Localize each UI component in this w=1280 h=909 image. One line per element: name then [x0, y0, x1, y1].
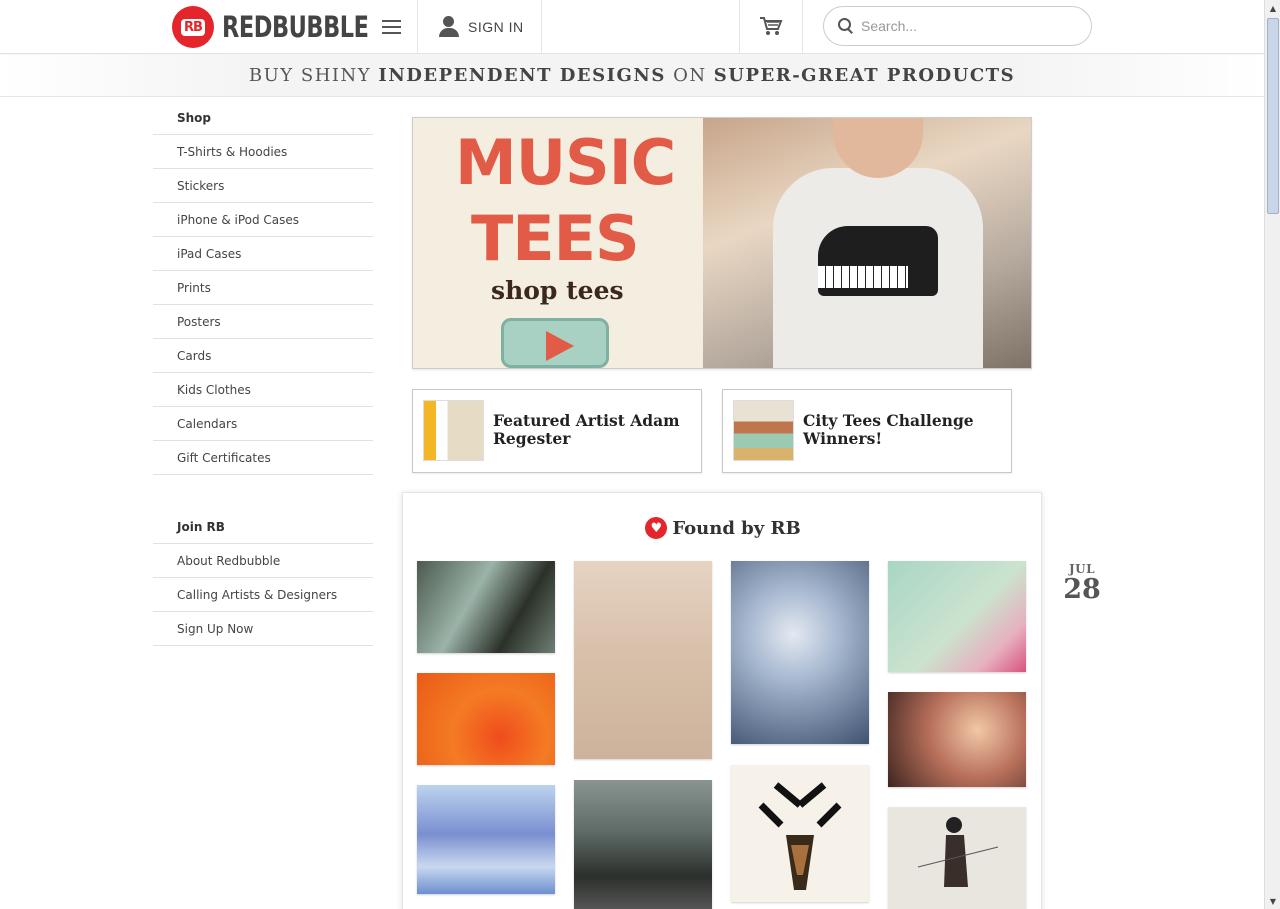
search-box — [823, 6, 1092, 46]
hero-title-line2: TEES — [471, 202, 640, 275]
sidebar-item-calendars[interactable]: Calendars — [153, 407, 373, 441]
hero-banner-music-tees[interactable]: MUSIC TEES shop tees — [412, 117, 1032, 369]
search-icon[interactable] — [838, 18, 854, 34]
featured-artist-thumbnail — [423, 400, 484, 461]
hero-subtitle: shop tees — [491, 276, 624, 305]
scroll-up-arrow-icon[interactable]: ▲ — [1265, 0, 1280, 16]
artwork-masked-figure-photo[interactable] — [574, 780, 712, 909]
redbubble-logo[interactable]: RB REDBUBBLE — [172, 6, 392, 48]
city-tees-thumbnail — [733, 400, 794, 461]
shop-menu: Shop T-Shirts & Hoodies Stickers iPhone … — [153, 101, 373, 475]
cart-icon[interactable] — [759, 15, 783, 37]
artwork-bridge-watercolor[interactable] — [417, 785, 555, 894]
user-icon — [438, 16, 460, 38]
nav-divider — [541, 0, 542, 54]
play-button-icon[interactable] — [501, 318, 609, 368]
join-menu: Join RB About Redbubble Calling Artists … — [153, 510, 373, 646]
heart-icon: ♥ — [645, 517, 668, 539]
sidebar-item-iphone-ipod-cases[interactable]: iPhone & iPod Cases — [153, 203, 373, 237]
page-scrollbar[interactable]: ▲ ▼ — [1264, 0, 1280, 909]
found-by-rb-header: ♥ Found by RB — [403, 517, 1043, 539]
sidebar-nav: Shop T-Shirts & Hoodies Stickers iPhone … — [153, 101, 373, 646]
menu-icon[interactable] — [382, 20, 401, 35]
artwork-samurai-illustration[interactable] — [888, 807, 1026, 909]
artwork-cherry-blossom-photo[interactable] — [888, 561, 1026, 672]
nav-divider — [417, 0, 418, 54]
scroll-down-arrow-icon[interactable]: ▼ — [1265, 893, 1280, 909]
sidebar-item-sign-up[interactable]: Sign Up Now — [153, 612, 373, 646]
sidebar-heading-join[interactable]: Join RB — [153, 510, 373, 544]
city-tees-title: City Tees Challenge Winners! — [803, 411, 974, 448]
artwork-cat-photo[interactable] — [417, 561, 555, 653]
search-input[interactable] — [861, 18, 1076, 34]
hero-title-line1: MUSIC — [455, 126, 676, 199]
featured-artist-title: Featured Artist Adam Regester — [493, 411, 680, 448]
city-tees-card[interactable]: City Tees Challenge Winners! — [722, 389, 1012, 473]
nav-divider — [739, 0, 740, 54]
nav-divider — [802, 0, 803, 54]
scrollbar-thumb[interactable] — [1267, 18, 1279, 214]
sidebar-item-about[interactable]: About Redbubble — [153, 544, 373, 578]
sidebar-item-gift-certificates[interactable]: Gift Certificates — [153, 441, 373, 475]
piano-keys-icon — [818, 266, 908, 288]
artwork-tree-creature-drawing[interactable] — [574, 561, 712, 759]
featured-artist-card[interactable]: Featured Artist Adam Regester — [412, 389, 702, 473]
top-navigation-bar: RB REDBUBBLE SIGN IN — [0, 0, 1264, 54]
artwork-orange-abstract[interactable] — [417, 673, 555, 765]
sign-in-label: SIGN IN — [468, 19, 524, 35]
sidebar-item-kids-clothes[interactable]: Kids Clothes — [153, 373, 373, 407]
artwork-deer-antler-design[interactable] — [731, 765, 869, 902]
found-by-rb-title: Found by RB — [672, 517, 801, 539]
sidebar-item-calling-artists[interactable]: Calling Artists & Designers — [153, 578, 373, 612]
sidebar-item-prints[interactable]: Prints — [153, 271, 373, 305]
date-stamp: JUL 28 — [1060, 562, 1104, 603]
sidebar-item-tshirts-hoodies[interactable]: T-Shirts & Hoodies — [153, 135, 373, 169]
hero-photo — [703, 118, 1031, 368]
sign-in-link[interactable]: SIGN IN — [438, 0, 524, 54]
sidebar-item-cards[interactable]: Cards — [153, 339, 373, 373]
tagline-text: BUY SHINY INDEPENDENT DESIGNS ON SUPER-G… — [248, 65, 1016, 86]
hero-artwork-panel: MUSIC TEES shop tees — [413, 118, 713, 368]
date-day: 28 — [1063, 574, 1101, 605]
logo-badge-icon: RB — [172, 6, 214, 48]
tagline-banner: BUY SHINY INDEPENDENT DESIGNS ON SUPER-G… — [0, 55, 1264, 97]
artwork-unicorn-painting[interactable] — [731, 561, 869, 744]
artwork-portrait-photo[interactable] — [888, 692, 1026, 787]
logo-wordmark: REDBUBBLE — [222, 10, 369, 44]
sidebar-item-posters[interactable]: Posters — [153, 305, 373, 339]
sidebar-item-stickers[interactable]: Stickers — [153, 169, 373, 203]
sidebar-item-ipad-cases[interactable]: iPad Cases — [153, 237, 373, 271]
sidebar-heading-shop[interactable]: Shop — [153, 101, 373, 135]
